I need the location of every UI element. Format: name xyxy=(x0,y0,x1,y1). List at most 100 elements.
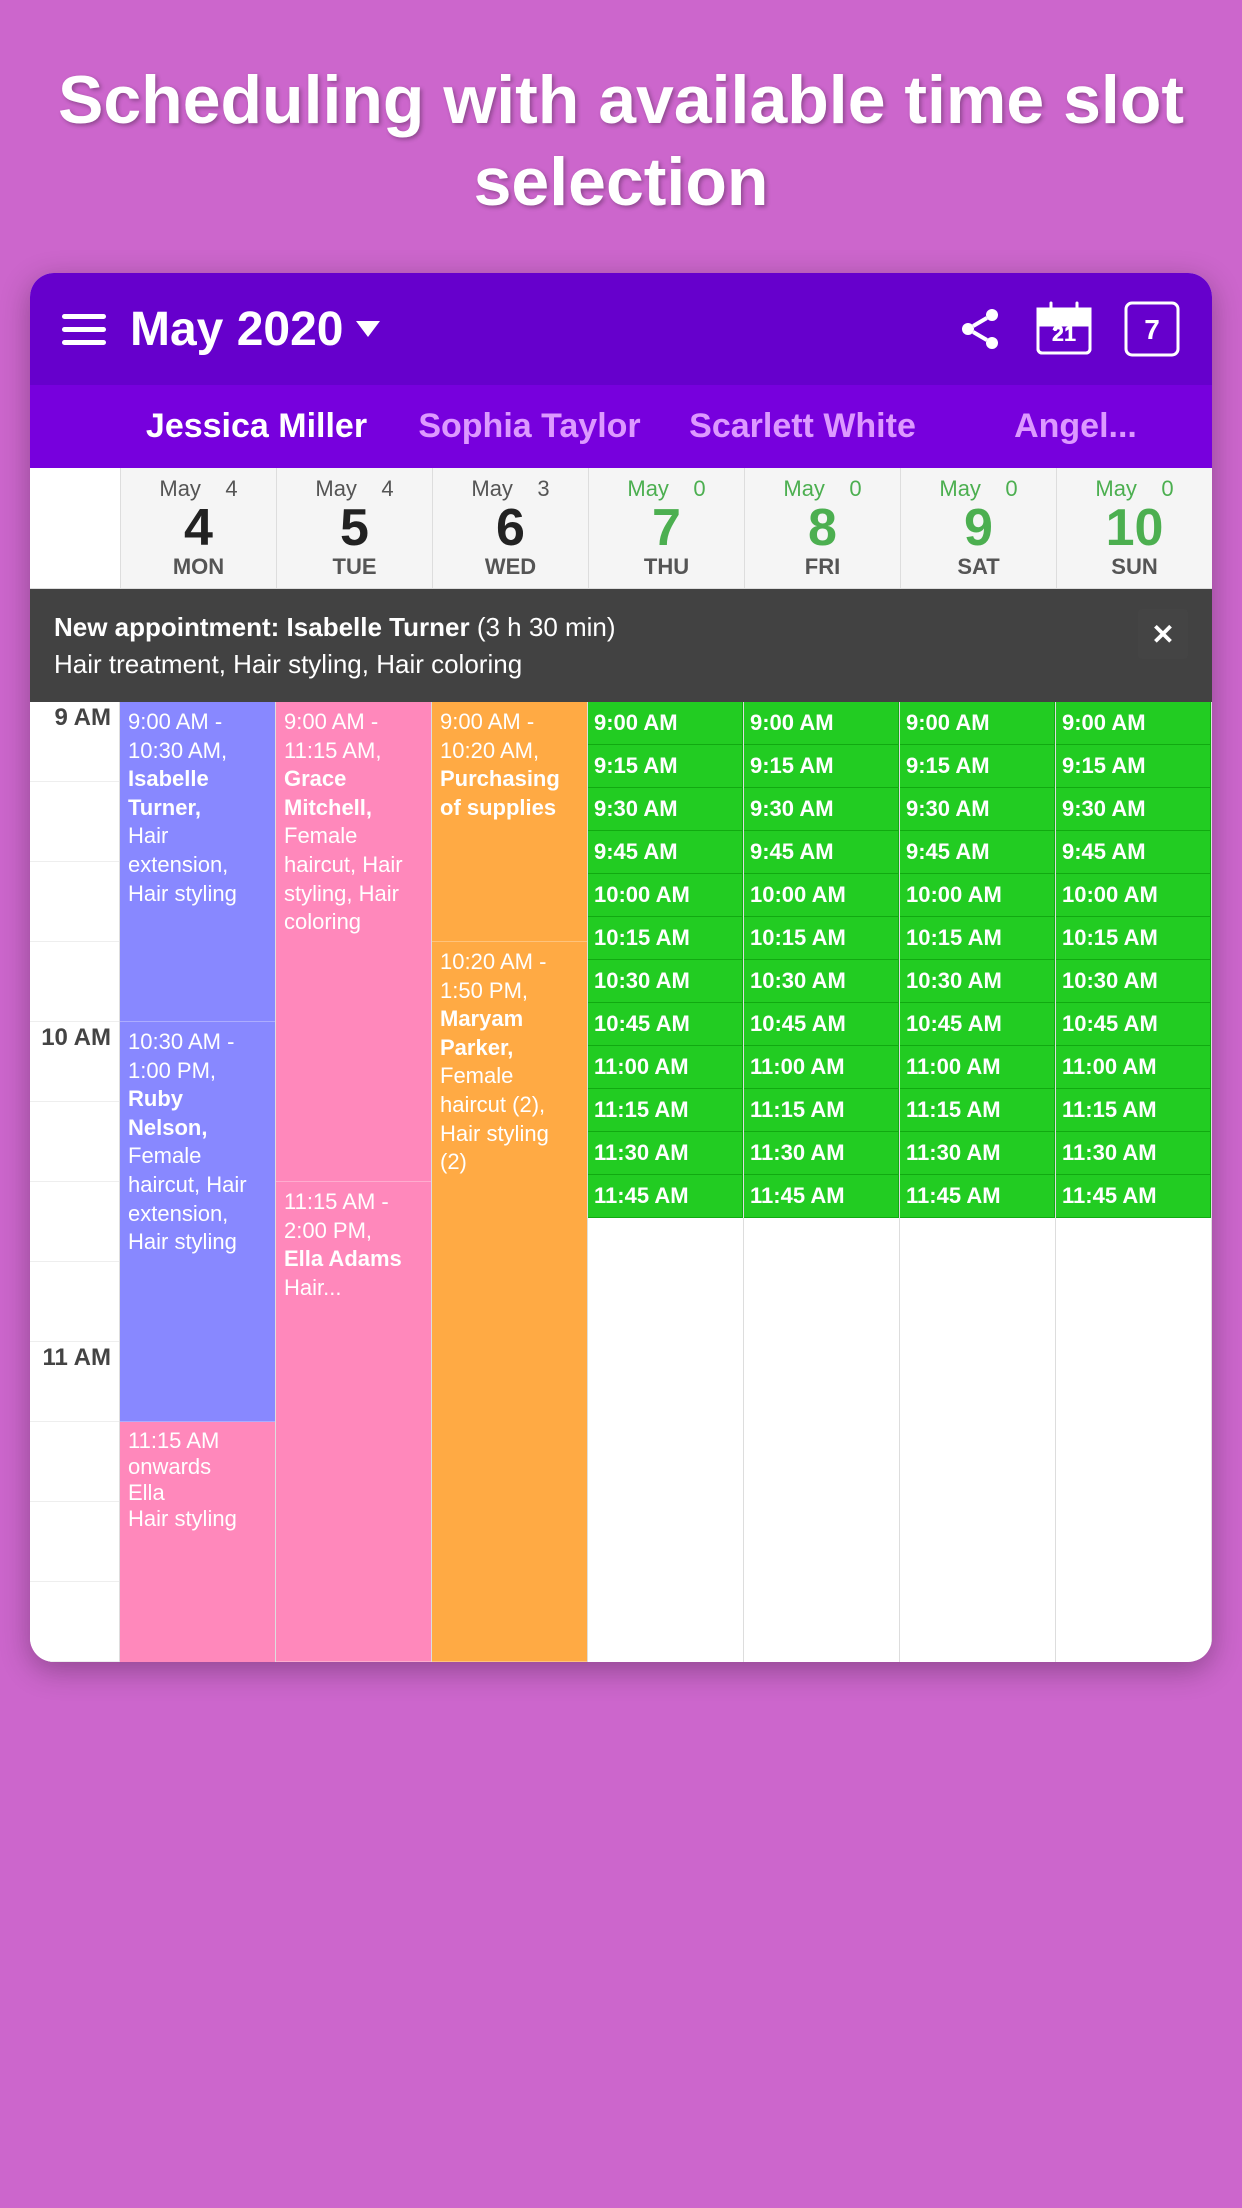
slot-sun-915[interactable]: 9:15 AM xyxy=(1056,745,1211,788)
slot-sun-900[interactable]: 9:00 AM xyxy=(1056,702,1211,745)
day-header-mon[interactable]: May 4 4 MON xyxy=(120,468,276,588)
day-col-sat: 9:00 AM 9:15 AM 9:30 AM 9:45 AM 10:00 AM… xyxy=(900,702,1056,1662)
slot-thu-1000[interactable]: 10:00 AM xyxy=(588,874,743,917)
time-945 xyxy=(30,942,119,1022)
thu-date: 7 xyxy=(593,502,740,554)
wed-date: 6 xyxy=(437,502,584,554)
slot-thu-1100[interactable]: 11:00 AM xyxy=(588,1046,743,1089)
slot-sat-1145[interactable]: 11:45 AM xyxy=(900,1175,1055,1218)
apt-name: Isabelle Turner, xyxy=(128,765,267,822)
slot-thu-1045[interactable]: 10:45 AM xyxy=(588,1003,743,1046)
slot-fri-1145[interactable]: 11:45 AM xyxy=(744,1175,899,1218)
slot-fri-915[interactable]: 9:15 AM xyxy=(744,745,899,788)
slot-fri-1100[interactable]: 11:00 AM xyxy=(744,1046,899,1089)
day-header-sun[interactable]: May 0 10 SUN xyxy=(1056,468,1212,588)
slot-sat-930[interactable]: 9:30 AM xyxy=(900,788,1055,831)
wed-name: WED xyxy=(437,554,584,580)
sat-name: SAT xyxy=(905,554,1052,580)
apt-services: Female haircut (2), Hair styling (2) xyxy=(440,1062,579,1176)
slot-thu-915[interactable]: 9:15 AM xyxy=(588,745,743,788)
toast-services: Hair treatment, Hair styling, Hair color… xyxy=(54,646,616,682)
app-container: May 2020 21 xyxy=(30,273,1212,1662)
slot-sat-1045[interactable]: 10:45 AM xyxy=(900,1003,1055,1046)
slot-fri-1130[interactable]: 11:30 AM xyxy=(744,1132,899,1175)
apt-services: Hair styling xyxy=(128,1506,267,1532)
slot-fri-1015[interactable]: 10:15 AM xyxy=(744,917,899,960)
day-header-sat[interactable]: May 0 9 SAT xyxy=(900,468,1056,588)
slot-fri-1000[interactable]: 10:00 AM xyxy=(744,874,899,917)
hamburger-menu[interactable] xyxy=(62,314,106,345)
slot-sun-1030[interactable]: 10:30 AM xyxy=(1056,960,1211,1003)
slot-thu-900[interactable]: 9:00 AM xyxy=(588,702,743,745)
apt-name: Grace Mitchell, xyxy=(284,765,423,822)
slot-sun-930[interactable]: 9:30 AM xyxy=(1056,788,1211,831)
slot-thu-1130[interactable]: 11:30 AM xyxy=(588,1132,743,1175)
apt-ruby-nelson[interactable]: 10:30 AM - 1:00 PM, Ruby Nelson, Female … xyxy=(120,1022,275,1422)
staff-angel[interactable]: Angel... xyxy=(939,385,1212,468)
apt-purchasing[interactable]: 9:00 AM - 10:20 AM, Purchasing of suppli… xyxy=(432,702,587,942)
slot-sun-1145[interactable]: 11:45 AM xyxy=(1056,1175,1211,1218)
slot-sun-1130[interactable]: 11:30 AM xyxy=(1056,1132,1211,1175)
toast-duration: (3 h 30 min) xyxy=(477,612,616,642)
slot-fri-1115[interactable]: 11:15 AM xyxy=(744,1089,899,1132)
slot-sun-1015[interactable]: 10:15 AM xyxy=(1056,917,1211,960)
day-header-wed[interactable]: May 3 6 WED xyxy=(432,468,588,588)
slot-fri-945[interactable]: 9:45 AM xyxy=(744,831,899,874)
slot-thu-945[interactable]: 9:45 AM xyxy=(588,831,743,874)
slot-sat-915[interactable]: 9:15 AM xyxy=(900,745,1055,788)
staff-scarlett[interactable]: Scarlett White xyxy=(666,385,939,468)
time-10am: 10 AM xyxy=(30,1022,119,1102)
staff-sophia[interactable]: Sophia Taylor xyxy=(393,385,666,468)
slot-sat-900[interactable]: 9:00 AM xyxy=(900,702,1055,745)
share-button[interactable] xyxy=(956,305,1004,353)
slot-sun-1100[interactable]: 11:00 AM xyxy=(1056,1046,1211,1089)
month-display[interactable]: May 2020 xyxy=(130,302,380,357)
day-col-sun: 9:00 AM 9:15 AM 9:30 AM 9:45 AM 10:00 AM… xyxy=(1056,702,1212,1662)
staff-jessica[interactable]: Jessica Miller xyxy=(120,385,393,468)
day-col-mon: 9:00 AM - 10:30 AM, Isabelle Turner, Hai… xyxy=(120,702,276,1662)
thu-name: THU xyxy=(593,554,740,580)
slot-fri-900[interactable]: 9:00 AM xyxy=(744,702,899,745)
day-header-fri[interactable]: May 0 8 FRI xyxy=(744,468,900,588)
slot-fri-1045[interactable]: 10:45 AM xyxy=(744,1003,899,1046)
apt-ella-adams[interactable]: 11:15 AM - 2:00 PM, Ella Adams Hair... xyxy=(276,1182,431,1662)
slot-sat-1130[interactable]: 11:30 AM xyxy=(900,1132,1055,1175)
slot-sat-1030[interactable]: 10:30 AM xyxy=(900,960,1055,1003)
apt-time: 11:15 AM - 2:00 PM, xyxy=(284,1188,423,1245)
time-1115 xyxy=(30,1422,119,1502)
days-container: 9:00 AM - 10:30 AM, Isabelle Turner, Hai… xyxy=(120,702,1212,1662)
month-dropdown-arrow[interactable] xyxy=(356,321,380,337)
slot-thu-1145[interactable]: 11:45 AM xyxy=(588,1175,743,1218)
slot-sun-1045[interactable]: 10:45 AM xyxy=(1056,1003,1211,1046)
apt-ella-partial[interactable]: 11:15 AM onwards Ella Hair styling xyxy=(120,1422,275,1662)
slot-sun-945[interactable]: 9:45 AM xyxy=(1056,831,1211,874)
slot-thu-1015[interactable]: 10:15 AM xyxy=(588,917,743,960)
time-1030 xyxy=(30,1182,119,1262)
slot-sat-1000[interactable]: 10:00 AM xyxy=(900,874,1055,917)
slot-fri-1030[interactable]: 10:30 AM xyxy=(744,960,899,1003)
week-view-button[interactable]: 7 xyxy=(1124,301,1180,357)
slot-sun-1000[interactable]: 10:00 AM xyxy=(1056,874,1211,917)
time-labels-col: 9 AM 10 AM 11 AM xyxy=(30,702,120,1662)
slot-thu-930[interactable]: 9:30 AM xyxy=(588,788,743,831)
calendar-today-button[interactable]: 21 21 xyxy=(1036,301,1092,357)
slot-fri-930[interactable]: 9:30 AM xyxy=(744,788,899,831)
day-header-tue[interactable]: May 4 5 TUE xyxy=(276,468,432,588)
mon-date: 4 xyxy=(125,502,272,554)
slot-sat-1100[interactable]: 11:00 AM xyxy=(900,1046,1055,1089)
sun-date: 10 xyxy=(1061,502,1208,554)
slot-sat-1015[interactable]: 10:15 AM xyxy=(900,917,1055,960)
toast-close-button[interactable]: ✕ xyxy=(1138,609,1188,659)
apt-grace-mitchell[interactable]: 9:00 AM - 11:15 AM, Grace Mitchell, Fema… xyxy=(276,702,431,1182)
slot-sun-1115[interactable]: 11:15 AM xyxy=(1056,1089,1211,1132)
slot-thu-1115[interactable]: 11:15 AM xyxy=(588,1089,743,1132)
day-header-thu[interactable]: May 0 7 THU xyxy=(588,468,744,588)
slot-thu-1030[interactable]: 10:30 AM xyxy=(588,960,743,1003)
toast-title: New appointment: Isabelle Turner xyxy=(54,612,470,642)
slot-sat-1115[interactable]: 11:15 AM xyxy=(900,1089,1055,1132)
slot-sat-945[interactable]: 9:45 AM xyxy=(900,831,1055,874)
apt-isabelle-turner[interactable]: 9:00 AM - 10:30 AM, Isabelle Turner, Hai… xyxy=(120,702,275,1022)
toast-content: New appointment: Isabelle Turner (3 h 30… xyxy=(54,609,616,682)
apt-maryam-parker[interactable]: 10:20 AM - 1:50 PM, Maryam Parker, Femal… xyxy=(432,942,587,1662)
time-1145 xyxy=(30,1582,119,1662)
